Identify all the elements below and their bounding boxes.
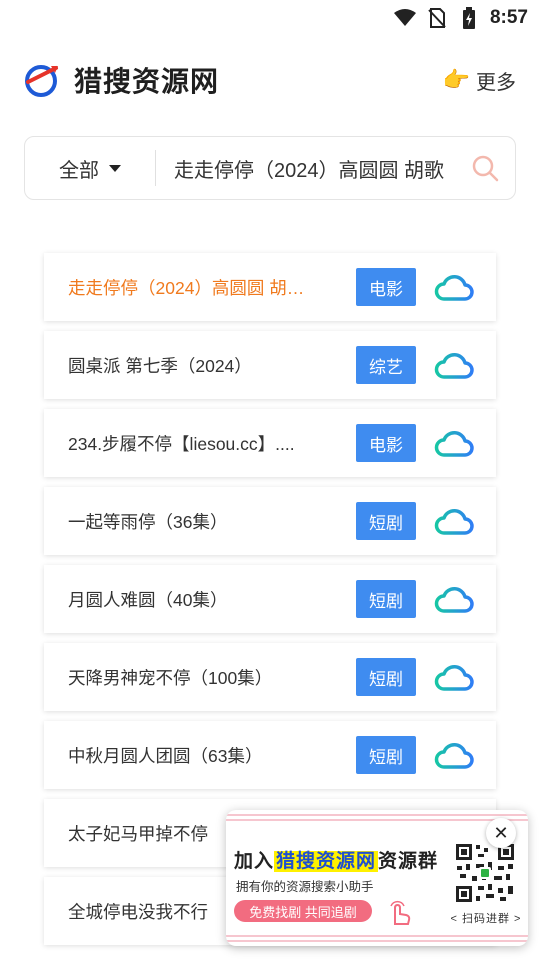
result-row[interactable]: 234.步履不停【liesou.cc】.... 电影 [44, 409, 496, 477]
cloud-icon[interactable] [434, 661, 474, 693]
status-time: 8:57 [489, 7, 528, 28]
result-title: 天降男神宠不停（100集） [68, 667, 273, 688]
result-row[interactable]: 月圆人难圆（40集） 短剧 [44, 565, 496, 633]
category-dropdown[interactable]: 全部 [25, 154, 155, 183]
popup-subtitle: 拥有你的资源搜索小助手 [236, 880, 374, 894]
category-tag[interactable]: 短剧 [356, 502, 416, 540]
cloud-icon[interactable] [434, 427, 474, 459]
search-icon[interactable] [463, 146, 507, 190]
category-label: 全部 [59, 159, 99, 182]
close-button[interactable]: ✕ [486, 818, 516, 848]
app-logo-icon [25, 65, 58, 97]
result-row[interactable]: 中秋月圆人团圆（63集） 短剧 [44, 721, 496, 789]
result-title: 中秋月圆人团圆（63集） [68, 745, 263, 766]
popup-stripe [226, 940, 528, 942]
more-button[interactable]: 👉 更多 [443, 66, 516, 95]
cloud-icon[interactable] [434, 349, 474, 381]
popup-title: 加入 猎搜资源网 资源群 [234, 846, 438, 873]
category-tag[interactable]: 短剧 [356, 580, 416, 618]
pointing-hand-icon: 👉 [442, 67, 470, 92]
caret-down-icon [109, 164, 121, 172]
category-tag[interactable]: 电影 [356, 268, 416, 306]
popup-title-suffix: 资源群 [378, 851, 439, 872]
category-tag[interactable]: 综艺 [356, 346, 416, 384]
cloud-icon[interactable] [434, 739, 474, 771]
result-row[interactable]: 圆桌派 第七季（2024） 综艺 [44, 331, 496, 399]
result-title: 走走停停（2024）高圆圆 胡… [68, 277, 305, 298]
cloud-icon[interactable] [434, 505, 474, 537]
result-row[interactable]: 一起等雨停（36集） 短剧 [44, 487, 496, 555]
popup-stripe [226, 814, 528, 816]
search-input[interactable] [156, 156, 463, 180]
qr-code-icon[interactable] [454, 842, 516, 904]
scan-label: < 扫码进群 > [450, 913, 522, 925]
result-title: 圆桌派 第七季（2024） [68, 355, 252, 376]
more-label: 更多 [476, 71, 516, 94]
result-row[interactable]: 走走停停（2024）高圆圆 胡… 电影 [44, 253, 496, 321]
cloud-icon[interactable] [434, 583, 474, 615]
status-bar: 8:57 [0, 0, 540, 36]
category-tag[interactable]: 电影 [356, 424, 416, 462]
join-group-popup[interactable]: 加入 猎搜资源网 资源群 拥有你的资源搜索小助手 免费找剧 共同追剧 < 扫码进群 … [226, 810, 528, 946]
wifi-icon [393, 7, 416, 29]
app-title: 猎搜资源网 [74, 66, 220, 97]
popup-title-highlight: 猎搜资源网 [274, 851, 379, 872]
category-tag[interactable]: 短剧 [356, 736, 416, 774]
brand: 猎搜资源网 [24, 60, 219, 100]
app-header: 猎搜资源网 👉 更多 [0, 36, 540, 124]
result-row[interactable]: 天降男神宠不停（100集） 短剧 [44, 643, 496, 711]
category-tag[interactable]: 短剧 [356, 658, 416, 696]
search-bar: 全部 [24, 136, 516, 200]
popup-stripe [226, 935, 528, 937]
result-title: 一起等雨停（36集） [68, 511, 228, 532]
result-title: 234.步履不停【liesou.cc】.... [68, 433, 295, 454]
battery-icon [458, 7, 480, 29]
cloud-icon[interactable] [434, 271, 474, 303]
result-title: 月圆人难圆（40集） [68, 589, 228, 610]
tap-hand-icon [390, 900, 411, 925]
popup-title-prefix: 加入 [234, 851, 275, 872]
popup-stripe [226, 819, 528, 821]
free-drama-button[interactable]: 免费找剧 共同追剧 [234, 900, 372, 922]
no-sim-icon [426, 7, 448, 29]
